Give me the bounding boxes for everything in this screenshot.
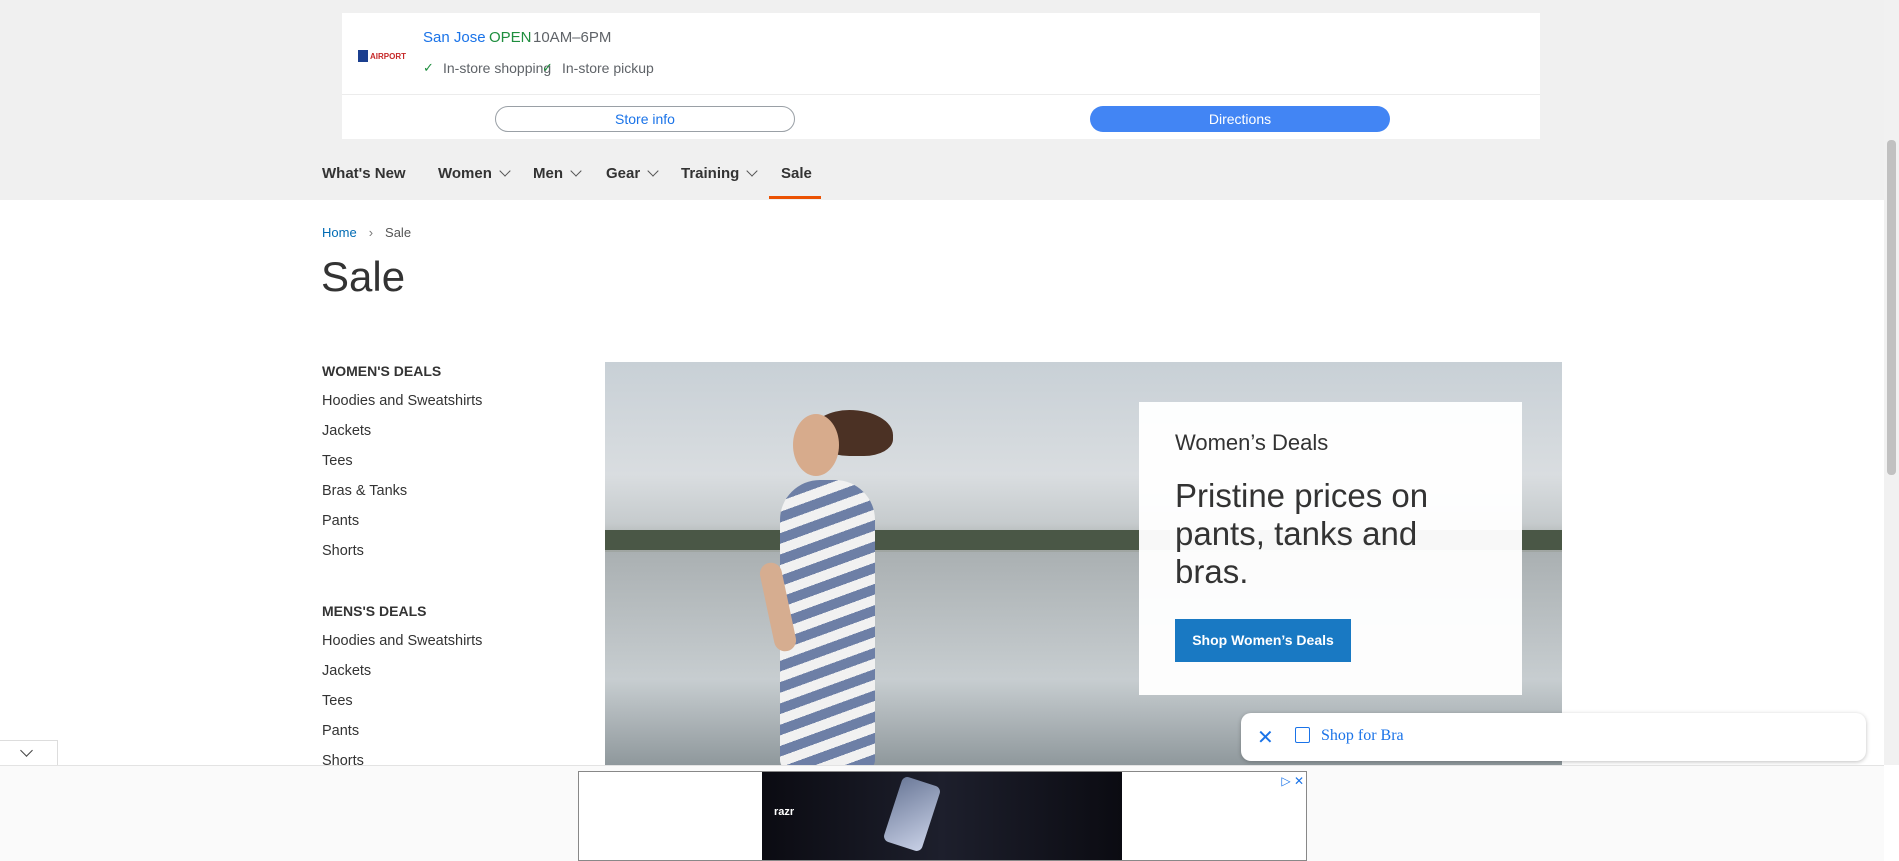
nav-men[interactable]: Men — [533, 165, 582, 182]
check-icon: ✓ — [423, 60, 434, 75]
shopping-bag-icon — [1295, 727, 1310, 743]
sidebar-link[interactable]: Hoodies and Sweatshirts — [322, 393, 482, 409]
ad-brand: razr — [774, 806, 795, 818]
promo-kicker: Women’s Deals — [1175, 430, 1329, 455]
chevron-down-icon — [20, 744, 33, 757]
nav-whats-new[interactable]: What's New — [322, 165, 406, 182]
feature-in-store-pickup: In-store pickup — [562, 60, 654, 76]
breadcrumb: Home › Sale — [322, 225, 411, 240]
chevron-down-icon — [647, 165, 659, 177]
chevron-down-icon — [570, 165, 582, 177]
shop-for-bra-pill[interactable]: ✕ Shop for Bra — [1241, 713, 1866, 761]
breadcrumb-current: Sale — [385, 225, 412, 240]
store-card: AIRPORT San Jose OPEN 10AM–6PM ✓ In-stor… — [342, 13, 1540, 139]
active-nav-indicator — [769, 196, 821, 199]
ad-choices-icon[interactable]: ▷ ✕ — [1281, 774, 1304, 788]
store-header-area: AIRPORT San Jose OPEN 10AM–6PM ✓ In-stor… — [0, 0, 1884, 200]
sidebar-link[interactable]: Tees — [322, 453, 353, 469]
mens-deals-heading: MENS'S DEALS — [322, 603, 427, 619]
nav-sale[interactable]: Sale — [781, 165, 812, 182]
promo-headline: Pristine prices on pants, tanks and bras… — [1175, 477, 1429, 590]
sidebar-link[interactable]: Jackets — [322, 663, 371, 679]
breadcrumb-home[interactable]: Home — [322, 225, 357, 240]
sidebar-link[interactable]: Pants — [322, 513, 359, 529]
sidebar-link[interactable]: Jackets — [322, 423, 371, 439]
womens-deals-heading: WOMEN'S DEALS — [322, 363, 442, 379]
store-status: OPEN — [489, 29, 532, 46]
collapse-ad-button[interactable] — [0, 740, 58, 767]
sidebar-link[interactable]: Shorts — [322, 543, 364, 559]
store-name[interactable]: San Jose — [423, 29, 486, 46]
close-icon[interactable]: ✕ — [1257, 725, 1274, 750]
chevron-right-icon: › — [368, 225, 374, 240]
store-logo-text: AIRPORT — [370, 52, 406, 61]
chevron-down-icon — [499, 165, 511, 177]
ad-banner[interactable]: razr ▷ ✕ — [578, 771, 1307, 861]
sidebar-link[interactable]: Bras & Tanks — [322, 483, 407, 499]
divider — [342, 94, 1540, 95]
directions-button[interactable]: Directions — [1090, 106, 1390, 132]
sidebar-link[interactable]: Tees — [322, 693, 353, 709]
store-logo: AIRPORT — [358, 50, 406, 62]
check-icon: ✓ — [542, 60, 553, 75]
nav-training[interactable]: Training — [681, 165, 759, 182]
scrollbar[interactable] — [1884, 0, 1899, 765]
sidebar-link[interactable]: Hoodies and Sweatshirts — [322, 633, 482, 649]
nav-women[interactable]: Women — [438, 165, 511, 182]
feature-in-store-shopping: In-store shopping — [443, 60, 552, 76]
shop-pill-text[interactable]: Shop for Bra — [1321, 727, 1404, 745]
store-hours: 10AM–6PM — [533, 29, 612, 46]
ad-creative[interactable]: razr — [762, 772, 1122, 860]
sidebar-link[interactable]: Pants — [322, 723, 359, 739]
chevron-down-icon — [746, 165, 759, 177]
promo-card: Women’s Deals Pristine prices on pants, … — [1139, 402, 1522, 695]
runner-body — [780, 480, 875, 765]
nav-gear[interactable]: Gear — [606, 165, 659, 182]
runner-head — [793, 414, 839, 476]
phone-image — [882, 775, 942, 853]
store-info-button[interactable]: Store info — [495, 106, 795, 132]
page-title: Sale — [321, 253, 406, 300]
shop-womens-deals-button[interactable]: Shop Women’s Deals — [1175, 619, 1351, 662]
scrollbar-thumb[interactable] — [1887, 140, 1896, 475]
